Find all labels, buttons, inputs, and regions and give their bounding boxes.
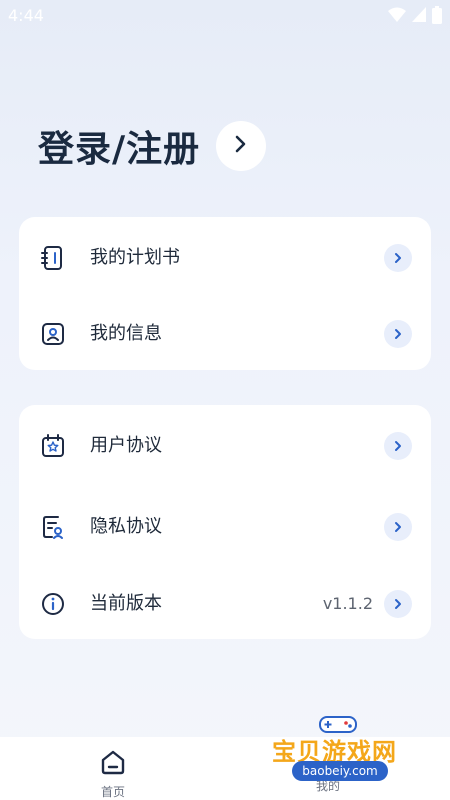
chevron-right-icon[interactable] — [384, 432, 412, 460]
login-register-row[interactable]: 登录/注册 — [38, 120, 267, 172]
wifi-icon — [388, 7, 406, 23]
info-icon — [40, 591, 66, 617]
battery-icon — [432, 6, 442, 24]
menu-label-my-info: 我的信息 — [90, 323, 162, 344]
tab-home[interactable]: 首页 — [88, 749, 138, 800]
menu-card-about: 用户协议 隐私协议 当前版本 v1.1.2 — [19, 405, 431, 639]
menu-item-current-version[interactable]: 当前版本 v1.1.2 — [19, 579, 431, 629]
profile-card-icon — [40, 321, 66, 347]
login-register-title[interactable]: 登录/注册 — [38, 120, 200, 172]
menu-label-privacy-policy: 隐私协议 — [90, 516, 162, 537]
menu-card-personal: 我的计划书 我的信息 — [19, 217, 431, 370]
chevron-right-icon[interactable] — [384, 590, 412, 618]
chevron-right-icon[interactable] — [384, 244, 412, 272]
menu-item-user-agreement[interactable]: 用户协议 — [19, 421, 431, 471]
chevron-right-icon — [234, 135, 248, 157]
login-arrow-button[interactable] — [216, 121, 267, 171]
menu-label-current-version: 当前版本 — [90, 593, 162, 614]
tab-home-label: 首页 — [100, 785, 125, 799]
privacy-policy-icon — [40, 514, 66, 540]
status-icons — [388, 6, 442, 24]
chevron-right-icon[interactable] — [384, 320, 412, 348]
menu-item-privacy-policy[interactable]: 隐私协议 — [19, 502, 431, 552]
menu-item-my-info[interactable]: 我的信息 — [19, 309, 431, 359]
planbook-icon — [40, 245, 66, 271]
watermark-url: baobeiy.com — [292, 761, 388, 781]
signal-icon — [412, 7, 426, 23]
menu-label-user-agreement: 用户协议 — [90, 435, 162, 456]
menu-item-planbook[interactable]: 我的计划书 — [19, 233, 431, 283]
watermark-logo: 宝贝游戏网 baobeiy.com — [272, 706, 422, 800]
menu-label-planbook: 我的计划书 — [90, 247, 180, 268]
home-icon — [100, 749, 126, 779]
user-agreement-icon — [40, 433, 66, 459]
chevron-right-icon[interactable] — [384, 513, 412, 541]
version-value: v1.1.2 — [322, 594, 373, 613]
status-bar: 4:44 — [0, 0, 450, 32]
status-time: 4:44 — [8, 6, 44, 25]
